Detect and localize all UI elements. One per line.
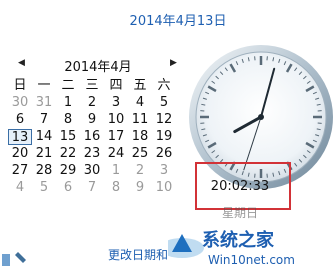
calendar-day[interactable]: 11 [128,112,152,128]
weekday-header: 五 [133,78,147,93]
calendar-day[interactable]: 28 [32,163,56,179]
calendar-day[interactable]: 9 [80,112,104,128]
calendar-day[interactable]: 4 [128,95,152,111]
calendar-day[interactable]: 25 [128,146,152,162]
calendar-day[interactable]: 14 [32,129,56,145]
prev-month-icon[interactable]: ◀ [18,58,25,68]
weekday-header: 日 [13,78,27,93]
calendar-day[interactable]: 7 [32,112,56,128]
calendar-day[interactable]: 31 [32,95,56,111]
calendar-day[interactable]: 9 [128,180,152,196]
calendar-day[interactable]: 23 [80,146,104,162]
date-header-link[interactable]: 2014年4月13日 [118,10,238,29]
calendar-day[interactable]: 24 [104,146,128,162]
calendar-day[interactable]: 29 [56,163,80,179]
weekday-header: 一 [37,78,51,93]
calendar-day[interactable]: 6 [8,112,32,128]
calendar-day[interactable]: 2 [128,163,152,179]
weekday-header: 三 [85,78,99,93]
calendar-day[interactable]: 16 [80,129,104,145]
weekday-label: 星期日 [221,206,258,220]
calendar-day[interactable]: 1 [104,163,128,179]
weekday-header: 六 [157,78,171,93]
calendar-day[interactable]: 30 [8,95,32,111]
calendar-day[interactable]: 10 [152,180,176,196]
calendar-day[interactable]: 4 [8,180,32,196]
calendar-day[interactable]: 5 [152,95,176,111]
calendar-today[interactable]: 13 [8,129,32,145]
calendar-day[interactable]: 26 [152,146,176,162]
tray-icon[interactable] [0,246,30,270]
calendar-day[interactable]: 8 [56,112,80,128]
calendar-day[interactable]: 5 [32,180,56,196]
month-label[interactable]: 2014年4月 [40,56,156,75]
calendar-day[interactable]: 8 [104,180,128,196]
weekday-header: 四 [109,78,123,93]
clock-center [258,114,264,120]
watermark-site: Win10net.com [208,253,295,267]
calendar-day[interactable]: 3 [152,163,176,179]
calendar-day[interactable]: 22 [56,146,80,162]
calendar-day[interactable]: 27 [8,163,32,179]
calendar-day[interactable]: 7 [80,180,104,196]
calendar-day[interactable]: 15 [56,129,80,145]
calendar-day[interactable]: 20 [8,146,32,162]
calendar-day[interactable]: 10 [104,112,128,128]
calendar-day[interactable]: 12 [152,112,176,128]
change-date-link[interactable]: 更改日期和 [108,246,168,263]
calendar-day[interactable]: 3 [104,95,128,111]
calendar-day[interactable]: 1 [56,95,80,111]
calendar-day[interactable]: 19 [152,129,176,145]
next-month-icon[interactable]: ▶ [170,58,177,68]
watermark-logo: 系统之家 Win10net.com [168,229,295,267]
weekday-header: 二 [61,78,75,93]
digital-time: 20:02:33 [210,179,270,194]
calendar-grid: 日一二三四五六 30 31 1 2 3 4 5 6 7 8 9 10 11 12 13 14 15 16 17 18 19… [8,78,176,196]
calendar-day[interactable]: 21 [32,146,56,162]
calendar-day[interactable]: 6 [56,180,80,196]
watermark-brand: 系统之家 [202,229,275,251]
calendar-day[interactable]: 18 [128,129,152,145]
calendar-day[interactable]: 2 [80,95,104,111]
calendar-day[interactable]: 17 [104,129,128,145]
calendar-day[interactable]: 30 [80,163,104,179]
